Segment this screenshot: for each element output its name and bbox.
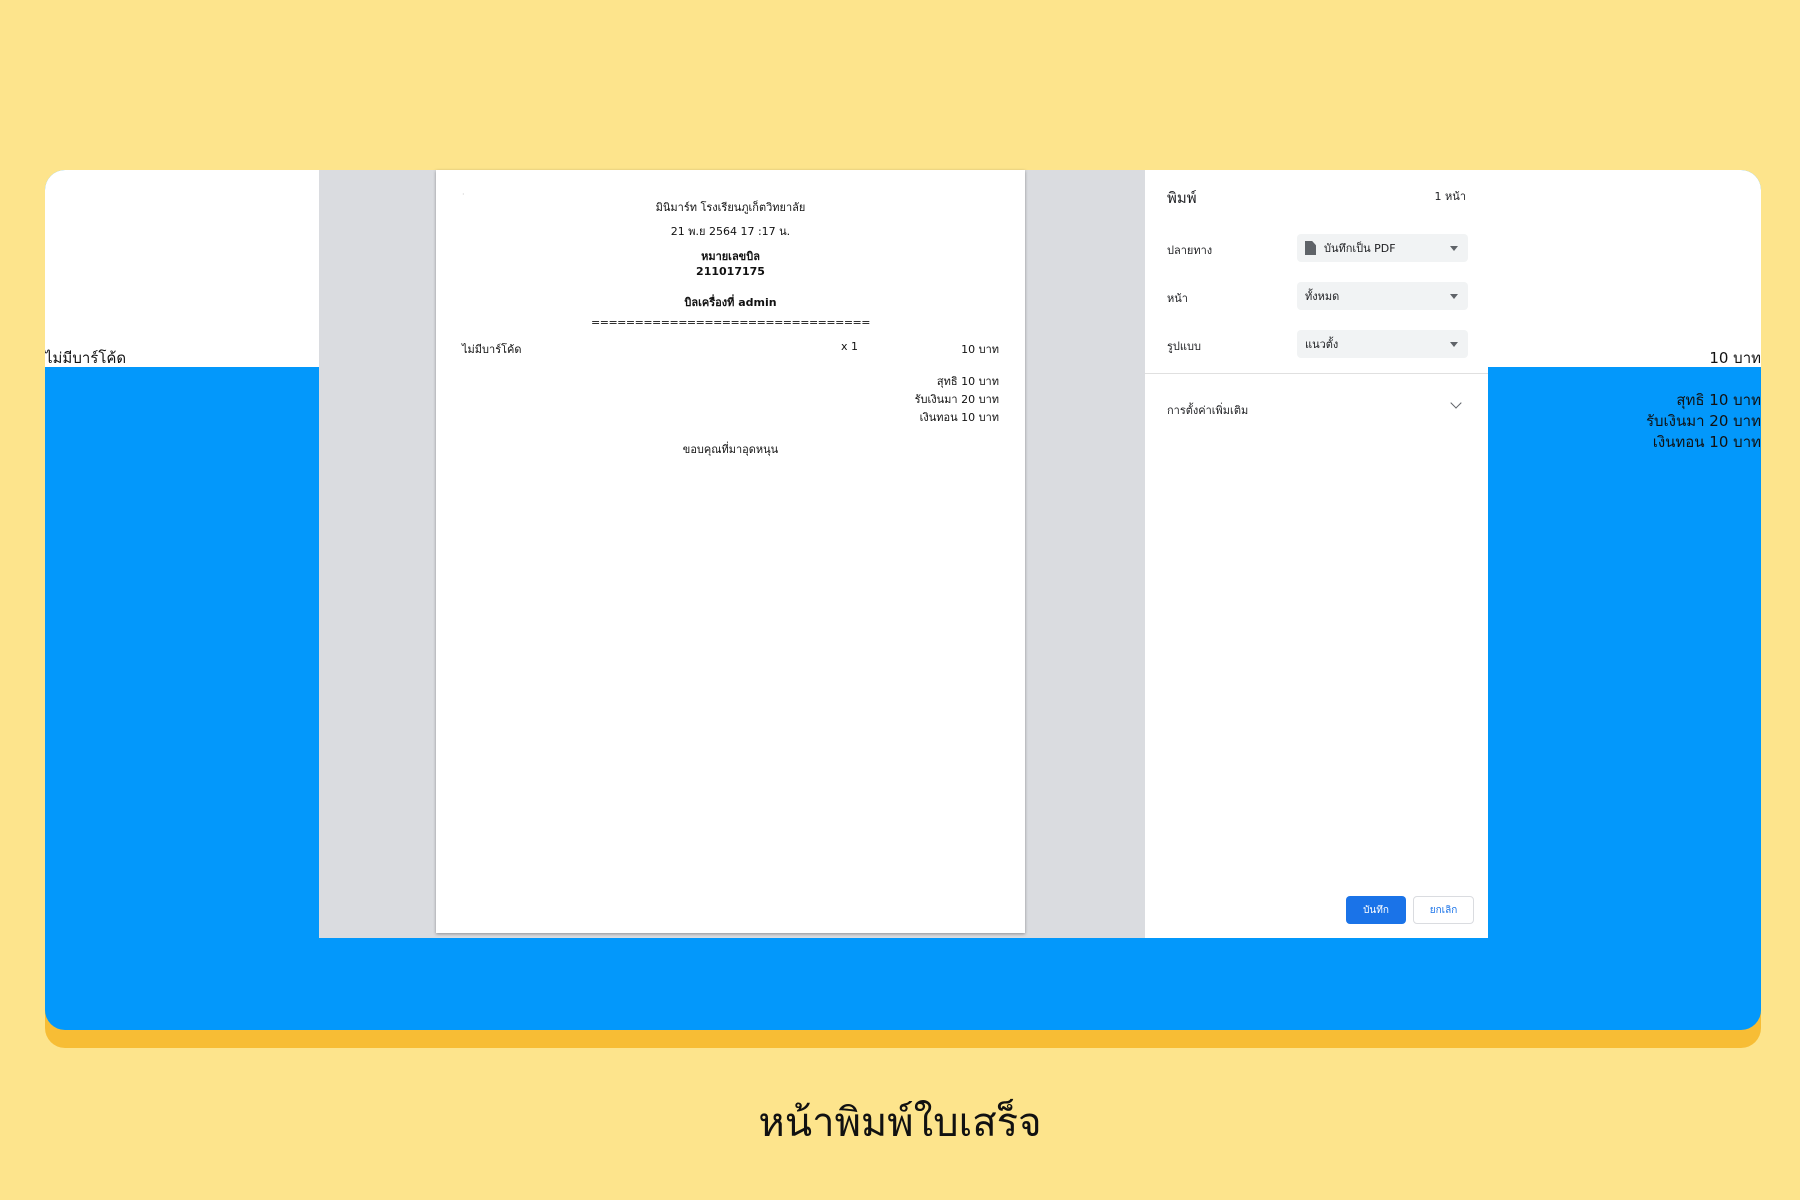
layout-select[interactable]: แนวตั้ง [1297, 330, 1468, 358]
background-change: เงินทอน 10 บาท [1652, 433, 1761, 451]
receipt-datetime: 21 พ.ย 2564 17 :17 น. [670, 225, 791, 238]
background-item-price: 10 บาท [1709, 349, 1761, 367]
save-button[interactable]: บันทึก [1346, 896, 1406, 924]
cancel-button[interactable]: ยกเลิก [1413, 896, 1474, 924]
receipt-net-total: สุทธิ 10 บาท [936, 375, 999, 388]
receipt-machine: บิลเครื่องที่ admin [684, 296, 777, 309]
document-icon [1305, 241, 1316, 255]
settings-divider [1145, 373, 1488, 374]
print-preview-area[interactable]: · มินิมาร์ท โรงเรียนภูเก็ตวิทยาลัย 21 พ.… [319, 170, 1145, 938]
receipt-received: รับเงินมา 20 บาท [914, 393, 999, 406]
layout-label: รูปแบบ [1167, 340, 1201, 353]
destination-select[interactable]: บันทึกเป็น PDF [1297, 234, 1468, 262]
receipt-item-price: 10 บาท [961, 343, 999, 356]
page-count: 1 หน้า [1434, 190, 1466, 203]
receipt-change: เงินทอน 10 บาท [919, 411, 999, 424]
page-caption: หน้าพิมพ์ใบเสร็จ [758, 1100, 1042, 1146]
chevron-down-icon[interactable] [1450, 397, 1462, 409]
receipt-bill-label: หมายเลขบิล [701, 250, 760, 263]
receipt-page-preview: · มินิมาร์ท โรงเรียนภูเก็ตวิทยาลัย 21 พ.… [436, 170, 1025, 933]
layout-value: แนวตั้ง [1305, 338, 1339, 351]
print-dialog: · มินิมาร์ท โรงเรียนภูเก็ตวิทยาลัย 21 พ.… [319, 170, 1488, 938]
receipt-item-name: ไม่มีบาร์โค้ด [462, 343, 522, 356]
destination-label: ปลายทาง [1167, 244, 1213, 257]
dropdown-arrow-icon [1450, 246, 1458, 251]
background-item-name: ไม่มีบาร์โค้ด [45, 349, 127, 367]
receipt-item-qty: x 1 [841, 340, 859, 353]
print-title: พิมพ์ [1167, 189, 1197, 207]
print-settings-panel: พิมพ์ 1 หน้า ปลายทาง บันทึกเป็น PDF หน้า… [1145, 170, 1488, 938]
destination-value: บันทึกเป็น PDF [1324, 242, 1396, 255]
pages-value: ทั้งหมด [1305, 290, 1340, 303]
pages-label: หน้า [1167, 292, 1188, 305]
receipt-thanks: ขอบคุณที่มาอุดหนุน [682, 443, 779, 456]
receipt-shop-name: มินิมาร์ท โรงเรียนภูเก็ตวิทยาลัย [655, 201, 806, 214]
dropdown-arrow-icon [1450, 342, 1458, 347]
receipt-bill-number: 211017175 [696, 265, 765, 278]
pages-select[interactable]: ทั้งหมด [1297, 282, 1468, 310]
dropdown-arrow-icon [1450, 294, 1458, 299]
more-settings-toggle[interactable]: การตั้งค่าเพิ่มเติม [1167, 401, 1248, 419]
receipt-separator: ================================ [591, 316, 870, 329]
